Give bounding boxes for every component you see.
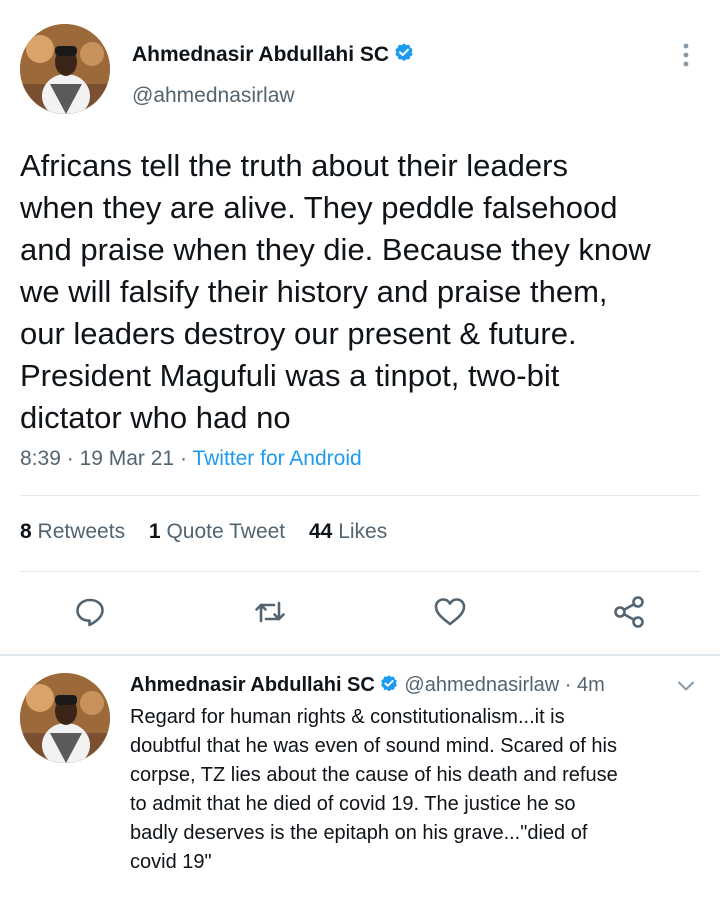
divider <box>20 495 700 496</box>
author-handle[interactable]: @ahmednasirlaw <box>132 84 295 108</box>
reply-age[interactable]: 4m <box>577 674 605 696</box>
tweet-meta: 8:39 · 19 Mar 21 · Twitter for Android <box>20 447 362 471</box>
reply-separator: · <box>564 674 572 696</box>
reply-author-name[interactable]: Ahmednasir Abdullahi SC <box>130 674 375 696</box>
retweets-stat[interactable]: 8 Retweets <box>20 520 125 543</box>
like-icon[interactable] <box>432 594 468 630</box>
quotes-count: 1 <box>148 520 161 543</box>
retweet-icon[interactable] <box>252 594 288 630</box>
tweet-source-link[interactable]: Twitter for Android <box>192 447 361 470</box>
reply-icon[interactable] <box>72 594 108 630</box>
reply-text: Regard for human rights & constitutional… <box>130 706 618 873</box>
tweet-time[interactable]: 8:39 <box>20 447 61 470</box>
more-options-icon[interactable] <box>676 42 696 68</box>
avatar-photo <box>20 24 110 114</box>
verified-badge-icon <box>393 42 415 70</box>
chevron-down-icon[interactable] <box>676 676 696 696</box>
reply-author-handle[interactable]: @ahmednasirlaw <box>404 674 559 696</box>
divider <box>20 571 700 572</box>
main-tweet: Ahmednasir Abdullahi SC @ahmednasirlaw A… <box>0 0 720 656</box>
verified-badge-icon <box>379 674 399 700</box>
tweet-text: Africans tell the truth about their lead… <box>20 148 651 435</box>
retweets-label: Retweets <box>37 520 126 543</box>
avatar-photo <box>20 673 110 763</box>
avatar[interactable] <box>20 24 110 114</box>
tweet-stats: 8 Retweets 1 Quote Tweet 44 Likes <box>20 520 387 544</box>
reply-header: Ahmednasir Abdullahi SC @ahmednasirlaw ·… <box>130 674 605 700</box>
retweets-count: 8 <box>20 520 32 543</box>
likes-label: Likes <box>338 520 388 543</box>
author-name[interactable]: Ahmednasir Abdullahi SC <box>132 42 415 70</box>
quotes-label: Quote Tweet <box>166 520 286 543</box>
likes-stat[interactable]: 44 Likes <box>309 520 387 543</box>
likes-count: 44 <box>309 520 333 543</box>
share-icon[interactable] <box>611 594 647 630</box>
tweet-date[interactable]: 19 Mar 21 <box>80 447 175 470</box>
meta-separator: · <box>179 447 187 470</box>
avatar[interactable] <box>20 673 110 763</box>
quotes-stat[interactable]: 1 Quote Tweet <box>149 520 285 543</box>
meta-separator: · <box>66 447 74 470</box>
author-name-text[interactable]: Ahmednasir Abdullahi SC <box>132 43 389 66</box>
thread-separator <box>0 654 720 656</box>
